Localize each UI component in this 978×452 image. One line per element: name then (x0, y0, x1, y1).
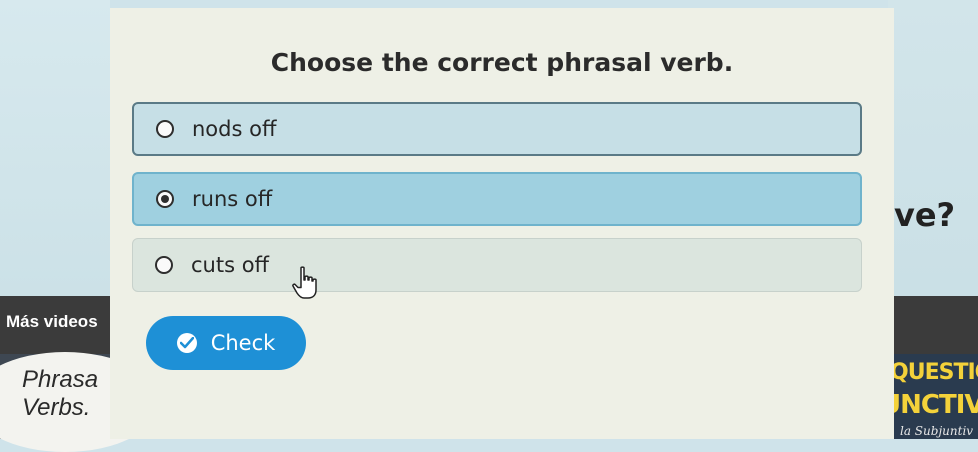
thumbnail-left-line2: Verbs. (22, 394, 91, 421)
radio-unselected-icon[interactable] (155, 256, 173, 274)
thumbnail-left-line1: Phrasa (22, 366, 99, 393)
answer-option-runs-off[interactable]: runs off (132, 172, 862, 226)
answer-option-label: nods off (192, 117, 277, 141)
radio-unselected-icon[interactable] (156, 120, 174, 138)
thumbnail-right-title-mid: UNCTIVE (880, 390, 978, 420)
check-button-label: Check (210, 331, 276, 355)
quiz-card: Choose the correct phrasal verb. nods of… (110, 8, 894, 439)
hand-pointer-icon (292, 266, 318, 304)
checkmark-circle-icon (176, 333, 197, 353)
answer-option-cuts-off[interactable]: cuts off (132, 238, 862, 292)
answer-option-label: runs off (192, 187, 273, 211)
thumbnail-right-caption: la Subjuntiv (900, 424, 974, 438)
radio-selected-icon[interactable] (156, 190, 174, 208)
answer-option-nods-off[interactable]: nods off (132, 102, 862, 156)
thumbnail-left-title: Phrasa Verbs. (22, 366, 98, 422)
quiz-question-title: Choose the correct phrasal verb. (270, 48, 734, 77)
check-button[interactable]: Check (146, 316, 306, 370)
answer-option-label: cuts off (191, 253, 270, 277)
checkmark-glyph (179, 337, 194, 349)
more-videos-label[interactable]: Más videos (6, 312, 98, 332)
thumbnail-right-title-top: QUESTION (890, 360, 978, 385)
